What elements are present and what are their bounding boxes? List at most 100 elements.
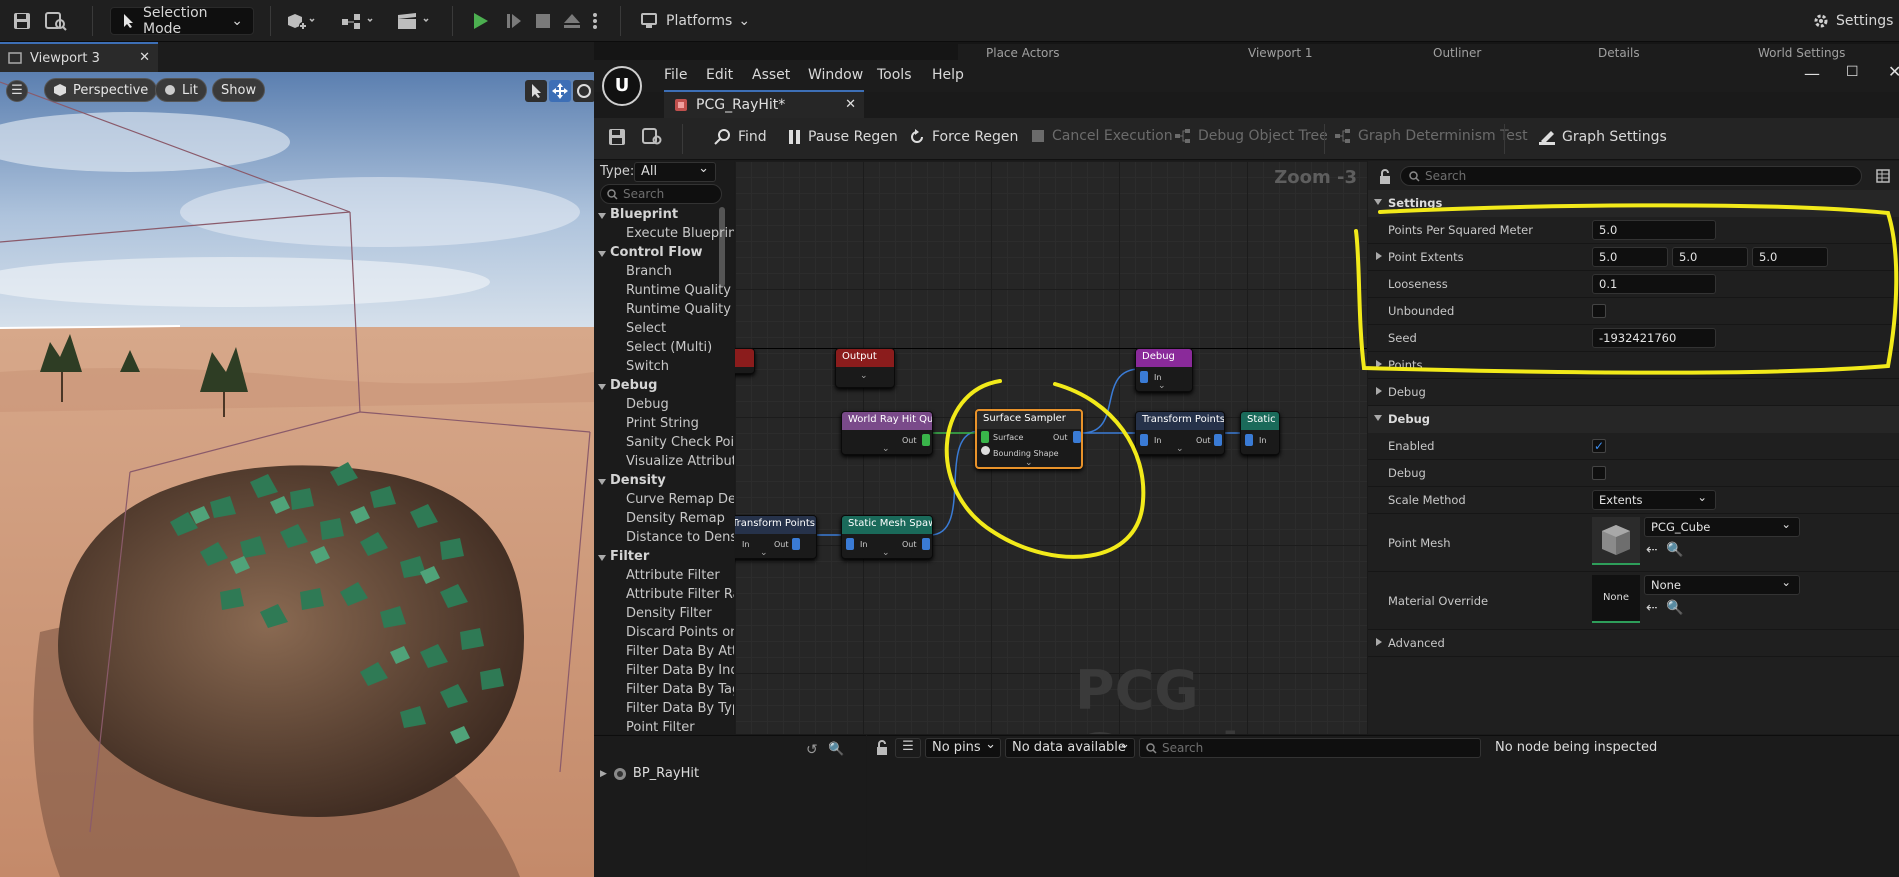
graph-determinism-test-button[interactable]: Graph Determinism Test	[1334, 128, 1528, 144]
pcg-graph-canvas[interactable]: Zoom -3 PCG Graph Output ⌄ Debug In ⌄	[735, 161, 1367, 734]
menu-tools[interactable]: Tools	[877, 67, 912, 83]
palette-item-discard-points[interactable]: Discard Points on Bounds	[626, 625, 734, 640]
chevron-down-icon: ⌄	[738, 13, 751, 29]
cancel-execution-button[interactable]: Cancel Execution	[1030, 128, 1173, 144]
blueprint-icon	[342, 14, 373, 29]
find-icon	[714, 129, 730, 145]
menu-window[interactable]: Window	[808, 67, 863, 83]
browse-asset-icon[interactable]	[642, 128, 664, 146]
pause-icon	[789, 130, 800, 144]
palette-category-filter[interactable]: Filter	[610, 549, 649, 564]
palette-item-density-remap[interactable]: Density Remap	[626, 511, 725, 526]
graph-settings-button[interactable]: Graph Settings	[1538, 128, 1667, 146]
tab-viewport-3[interactable]: Viewport 3 ✕	[0, 42, 158, 72]
pause-regen-button[interactable]: Pause Regen	[788, 128, 898, 146]
back-icon[interactable]: ↺	[806, 742, 818, 758]
tab-pcg-rayhit[interactable]: PCG_RayHit* ✕	[664, 90, 864, 118]
force-regen-button[interactable]: Force Regen	[908, 128, 1018, 146]
menu-edit[interactable]: Edit	[706, 67, 733, 83]
palette-item-attribute-filter-range[interactable]: Attribute Filter Range	[626, 587, 734, 602]
palette-item-point-filter[interactable]: Point Filter	[626, 720, 695, 734]
filter-icon[interactable]: ☰	[895, 738, 921, 758]
tab-world-settings[interactable]: World Settings	[1758, 46, 1845, 60]
blueprint-button[interactable]	[340, 7, 376, 35]
palette-item-filter-by-attribute[interactable]: Filter Data By Attribute	[626, 644, 734, 659]
more-options-icon[interactable]	[592, 7, 598, 35]
graph-settings-label: Graph Settings	[1562, 129, 1667, 145]
step-button[interactable]	[504, 7, 524, 35]
eject-button[interactable]	[562, 7, 582, 35]
maximize-icon[interactable]: ☐	[1846, 64, 1859, 80]
palette-category-density[interactable]: Density	[610, 473, 666, 488]
palette-item-debug[interactable]: Debug	[626, 397, 669, 412]
palette-search-input[interactable]: Search	[600, 184, 722, 204]
platforms-dropdown[interactable]: Platforms ⌄	[640, 7, 750, 35]
palette-item-distance-to-density[interactable]: Distance to Density	[626, 530, 734, 545]
window-close-icon[interactable]: ✕	[1888, 62, 1899, 81]
find-button[interactable]: Find	[714, 128, 767, 146]
save-icon[interactable]	[12, 7, 32, 35]
minimize-icon[interactable]: —	[1804, 64, 1820, 83]
stop-button[interactable]	[534, 7, 552, 35]
palette-item-print-string[interactable]: Print String	[626, 416, 699, 431]
add-actor-button[interactable]	[286, 7, 316, 35]
rotate-tool-icon[interactable]	[573, 80, 594, 102]
tab-details[interactable]: Details	[1598, 46, 1640, 60]
menu-help[interactable]: Help	[932, 67, 964, 83]
data-filter-value: No data available	[1012, 740, 1126, 755]
move-tool-icon[interactable]	[549, 80, 571, 102]
tab-viewport-1[interactable]: Viewport 1	[1248, 46, 1313, 60]
type-filter-dropdown[interactable]: All ⌄	[634, 161, 716, 182]
palette-item-density-filter[interactable]: Density Filter	[626, 606, 712, 621]
tree-item-bp-rayhit[interactable]: ▶ BP_RayHit	[600, 766, 699, 781]
type-filter-value: All	[641, 164, 658, 179]
menu-asset[interactable]: Asset	[752, 67, 790, 83]
actor-icon	[613, 767, 626, 780]
selection-mode-dropdown[interactable]: Selection Mode ⌄	[110, 5, 254, 37]
palette-category-debug[interactable]: Debug	[610, 378, 657, 393]
close-icon[interactable]: ✕	[139, 50, 150, 65]
palette-item-visualize-attribute[interactable]: Visualize Attribute	[626, 454, 734, 469]
menu-file[interactable]: File	[664, 67, 687, 83]
palette-item-runtime-quality[interactable]: Runtime Quality	[626, 283, 731, 298]
content-browser-icon[interactable]	[44, 7, 68, 35]
palette-category-control-flow[interactable]: Control Flow	[610, 245, 703, 260]
palette-item-branch[interactable]: Branch	[626, 264, 672, 279]
palette-item-filter-by-type[interactable]: Filter Data By Type	[626, 701, 734, 716]
cube-icon	[54, 84, 66, 96]
palette-item-runtime-quality-2[interactable]: Runtime Quality	[626, 302, 731, 317]
palette-category-blueprint[interactable]: Blueprint	[610, 207, 678, 222]
inspector-search-input[interactable]: Search	[1139, 738, 1481, 758]
palette-item-switch[interactable]: Switch	[626, 359, 669, 374]
pcg-graph-editor-window: U File Edit Asset Window Tools Help — ☐ …	[594, 60, 1899, 877]
level-viewport[interactable]: ☰ Perspective Lit Show	[0, 72, 594, 877]
debug-object-tree-button[interactable]: Debug Object Tree	[1174, 128, 1328, 144]
palette-item-select-multi[interactable]: Select (Multi)	[626, 340, 712, 355]
settings-button[interactable]: Settings	[1812, 7, 1893, 35]
cinematics-button[interactable]	[396, 7, 432, 35]
save-asset-icon[interactable]	[608, 128, 626, 146]
palette-item-sanity-check-point[interactable]: Sanity Check Point	[626, 435, 734, 450]
select-tool-icon[interactable]	[525, 80, 547, 102]
unreal-logo-icon[interactable]: U	[602, 66, 642, 106]
palette-item-execute-blueprint[interactable]: Execute Blueprint	[626, 226, 734, 241]
tab-outliner[interactable]: Outliner	[1433, 46, 1481, 60]
palette-item-select[interactable]: Select	[626, 321, 666, 336]
show-button[interactable]: Show	[212, 78, 266, 102]
palette-item-filter-by-index[interactable]: Filter Data By Index	[626, 663, 734, 678]
tab-place-actors[interactable]: Place Actors	[986, 46, 1060, 60]
viewport-icon	[8, 52, 22, 64]
close-icon[interactable]: ✕	[845, 97, 856, 112]
palette-item-curve-remap-density[interactable]: Curve Remap Density	[626, 492, 734, 507]
find-actor-icon[interactable]: 🔍	[828, 742, 844, 757]
palette-item-filter-by-tag[interactable]: Filter Data By Tag	[626, 682, 734, 697]
play-button[interactable]	[470, 7, 490, 35]
pins-filter-dropdown[interactable]: No pins ⌄	[925, 737, 1001, 758]
palette-scrollbar[interactable]	[719, 207, 725, 287]
hamburger-menu-icon[interactable]: ☰	[6, 80, 28, 102]
lit-button[interactable]: Lit	[155, 78, 207, 102]
inspector-lock-icon[interactable]	[875, 740, 889, 759]
perspective-button[interactable]: Perspective	[44, 78, 158, 102]
palette-item-attribute-filter[interactable]: Attribute Filter	[626, 568, 720, 583]
data-filter-dropdown[interactable]: No data available ⌄	[1005, 737, 1135, 758]
